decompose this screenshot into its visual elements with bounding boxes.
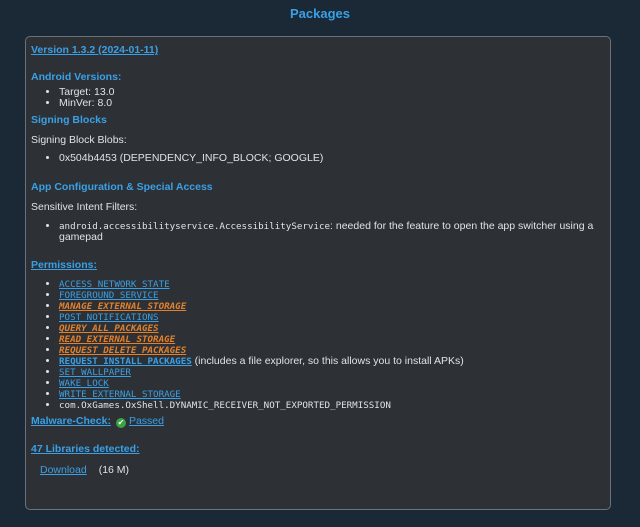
permission-request-install-packages[interactable]: REQUEST_INSTALL_PACKAGES (59, 356, 192, 367)
permission-read-external-storage[interactable]: READ_EXTERNAL_STORAGE (59, 334, 175, 345)
list-item: 0x504b4453 (DEPENDENCY_INFO_BLOCK; GOOGL… (59, 153, 605, 164)
android-versions-list: Target: 13.0 MinVer: 8.0 (31, 87, 605, 114)
permission-query-all-packages[interactable]: QUERY_ALL_PACKAGES (59, 323, 159, 334)
permission-foreground-service[interactable]: FOREGROUND_SERVICE (59, 290, 159, 301)
permission-write-external-storage[interactable]: WRITE_EXTERNAL_STORAGE (59, 389, 181, 400)
intent-filters-label: Sensitive Intent Filters: (31, 201, 138, 213)
permission-item: SET_WALLPAPER (59, 367, 605, 378)
permission-item: com.OxGames.OxShell.DYNAMIC_RECEIVER_NOT… (59, 400, 605, 411)
permission-item: FOREGROUND_SERVICE (59, 290, 605, 301)
permission-item: WAKE_LOCK (59, 378, 605, 389)
permission-item: POST_NOTIFICATIONS (59, 312, 605, 323)
download-row: Download (16 M) (40, 464, 605, 476)
page-title: Packages (290, 6, 350, 21)
permission-access-network-state[interactable]: ACCESS_NETWORK_STATE (59, 279, 170, 290)
permission-set-wallpaper[interactable]: SET_WALLPAPER (59, 367, 131, 378)
permission-dynamic-receiver: com.OxGames.OxShell.DYNAMIC_RECEIVER_NOT… (59, 400, 391, 411)
intent-list: android.accessibilityservice.Accessibili… (31, 221, 605, 259)
malware-check-heading-link[interactable]: Malware-Check: (31, 415, 111, 427)
app-config-heading: App Configuration & Special Access (31, 181, 213, 193)
permission-item: READ_EXTERNAL_STORAGE (59, 334, 605, 345)
version-link[interactable]: Version 1.3.2 (2024-01-11) (31, 44, 158, 56)
android-versions-heading: Android Versions: (31, 71, 122, 83)
malware-passed-link[interactable]: Passed (129, 415, 164, 427)
download-link[interactable]: Download (40, 464, 87, 476)
package-card: Version 1.3.2 (2024-01-11) Android Versi… (25, 36, 611, 510)
signing-block-label: Signing Block Blobs: (31, 134, 127, 146)
list-item: android.accessibilityservice.Accessibili… (59, 221, 605, 243)
permission-note: (includes a file explorer, so this allow… (191, 355, 464, 367)
list-item: MinVer: 8.0 (59, 98, 605, 109)
signing-blocks-heading: Signing Blocks (31, 114, 107, 126)
libraries-heading-link[interactable]: 47 Libraries detected: (31, 443, 140, 455)
download-size: (16 M) (98, 464, 130, 476)
permission-item: MANAGE_EXTERNAL_STORAGE (59, 301, 605, 312)
permission-item: ACCESS_NETWORK_STATE (59, 279, 605, 290)
permission-wake-lock[interactable]: WAKE_LOCK (59, 378, 109, 389)
permission-request-delete-packages[interactable]: REQUEST_DELETE_PACKAGES (59, 345, 186, 356)
permissions-heading-link[interactable]: Permissions: (31, 259, 97, 271)
permission-item: REQUEST_INSTALL_PACKAGES (includes a fil… (59, 355, 605, 368)
signing-list: 0x504b4453 (DEPENDENCY_INFO_BLOCK; GOOGL… (31, 153, 605, 181)
permission-item: QUERY_ALL_PACKAGES (59, 323, 605, 334)
permission-manage-external-storage[interactable]: MANAGE_EXTERNAL_STORAGE (59, 301, 186, 312)
list-item: Target: 13.0 (59, 87, 605, 98)
permission-post-notifications[interactable]: POST_NOTIFICATIONS (59, 312, 159, 323)
permissions-list: ACCESS_NETWORK_STATE FOREGROUND_SERVICE … (31, 279, 605, 415)
check-icon: ✔ (115, 418, 126, 428)
permission-item: WRITE_EXTERNAL_STORAGE (59, 389, 605, 400)
